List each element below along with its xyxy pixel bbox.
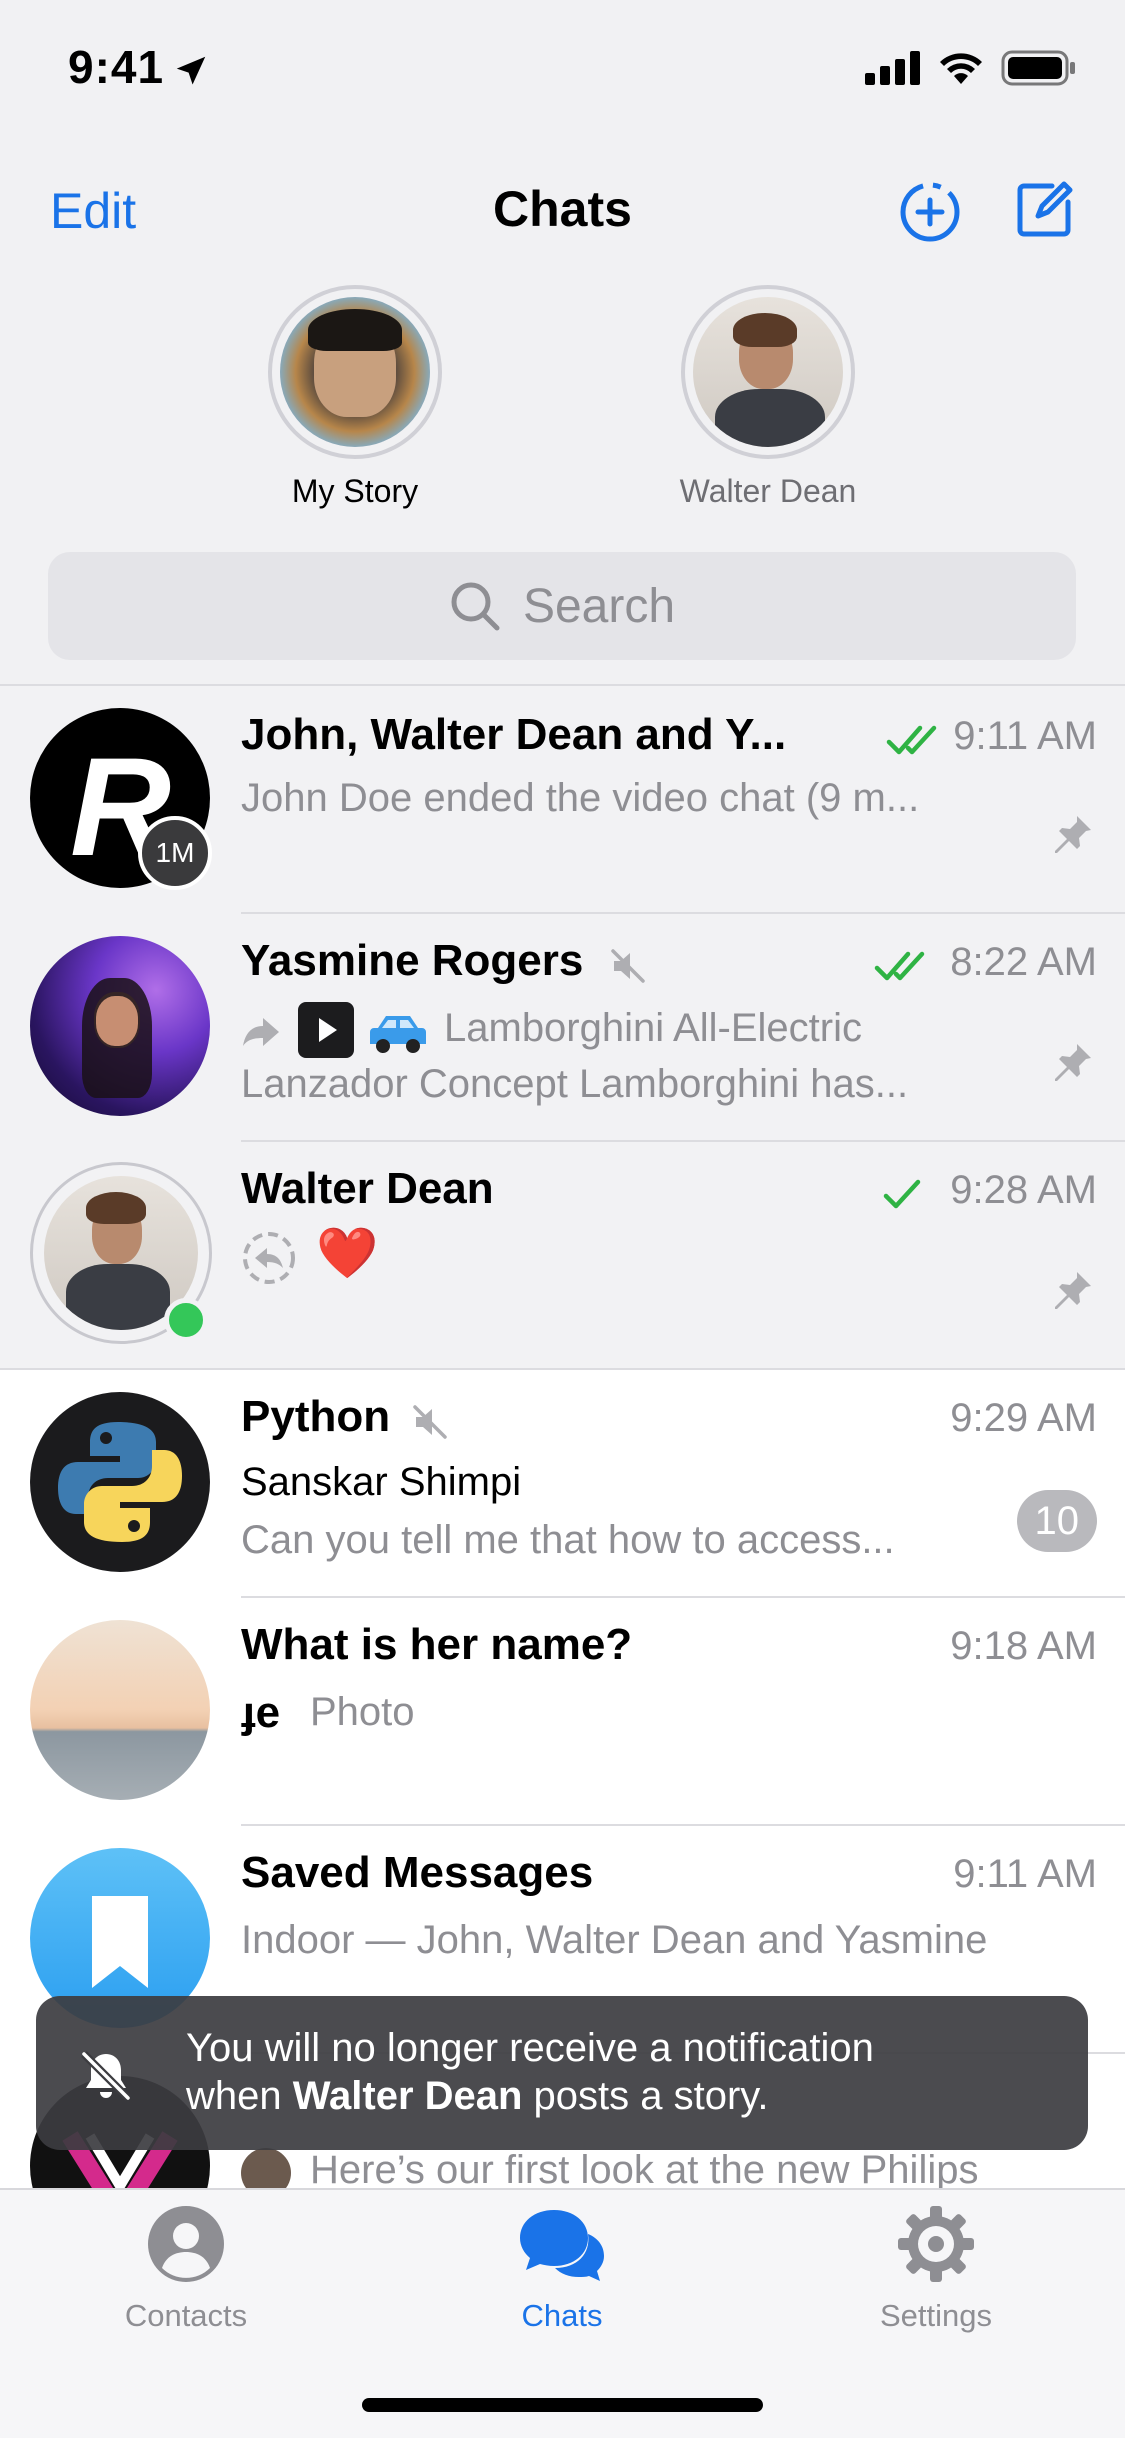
chat-preview: Here’s our first look at the new Philips bbox=[310, 2148, 979, 2188]
avatar bbox=[30, 1620, 210, 1800]
bell-slash-icon bbox=[81, 2051, 131, 2101]
chat-title: John, Walter Dean and Y... bbox=[241, 710, 787, 759]
tab-contacts[interactable]: Contacts bbox=[36, 2204, 336, 2334]
double-check-icon bbox=[874, 951, 925, 981]
battery-icon bbox=[1001, 50, 1075, 86]
video-thumbnail bbox=[298, 1002, 354, 1058]
play-icon bbox=[319, 1018, 337, 1042]
chat-row-yasmine-rogers[interactable]: Yasmine Rogers 8:22 AM Lamborghini All-E… bbox=[0, 914, 1125, 1142]
chat-time: 9:11 AM bbox=[953, 714, 1097, 758]
avatar bbox=[30, 1392, 210, 1572]
settings-gear-icon bbox=[898, 2206, 974, 2282]
edit-button[interactable]: Edit bbox=[50, 182, 136, 240]
toast-line2: when Walter Dean posts a story. bbox=[186, 2072, 768, 2120]
chats-icon bbox=[520, 2210, 604, 2281]
chat-title: Python bbox=[241, 1392, 391, 1441]
chat-preview: Indoor — John, Walter Dean and Yasmine bbox=[241, 1918, 988, 1962]
sender-avatar bbox=[241, 2148, 291, 2188]
chat-row-what-is-her-name[interactable]: What is her name? 9:18 AM ɟe Photo bbox=[0, 1598, 1125, 1826]
search-placeholder: Search bbox=[522, 579, 676, 633]
tab-label: Settings bbox=[879, 2298, 992, 2333]
location-arrow-icon bbox=[176, 56, 206, 85]
status-icons bbox=[865, 50, 1077, 86]
chat-preview: John Doe ended the video chat (9 m... bbox=[241, 776, 920, 820]
pin-icon bbox=[1055, 816, 1091, 853]
toast-line2-suffix: posts a story. bbox=[522, 2074, 769, 2118]
chat-time: 9:29 AM bbox=[950, 1396, 1097, 1440]
chat-time: 9:18 AM bbox=[950, 1624, 1097, 1668]
chat-time: 9:11 AM bbox=[953, 1852, 1097, 1896]
tab-chats[interactable]: Chats bbox=[412, 2204, 712, 2334]
contacts-icon bbox=[148, 2206, 224, 2282]
tab-label: Contacts bbox=[124, 2298, 248, 2333]
pin-icon bbox=[1055, 1044, 1091, 1081]
online-indicator bbox=[164, 1298, 208, 1342]
chat-preview-line2: Lanzador Concept Lamborghini has... bbox=[241, 1062, 909, 1106]
double-check-icon bbox=[886, 725, 937, 755]
search-input[interactable]: Search bbox=[48, 552, 1076, 660]
muted-icon bbox=[611, 949, 645, 983]
chat-preview: Lamborghini All-Electric bbox=[444, 1006, 862, 1050]
story-walter-dean[interactable]: Walter Dean bbox=[618, 285, 918, 510]
story-avatar bbox=[681, 285, 855, 459]
python-logo-icon bbox=[58, 1422, 182, 1542]
chat-preview-emoji: ❤️ bbox=[316, 1224, 379, 1282]
forward-icon bbox=[243, 1018, 279, 1046]
home-indicator bbox=[362, 2398, 763, 2412]
story-label: Walter Dean bbox=[679, 473, 857, 509]
pin-icon bbox=[1055, 1272, 1091, 1309]
chat-title: Walter Dean bbox=[241, 1164, 494, 1213]
chat-row-walter-dean[interactable]: Walter Dean 9:28 AM ❤️ bbox=[0, 1142, 1125, 1370]
chat-time: 9:28 AM bbox=[950, 1168, 1097, 1212]
search-icon bbox=[451, 582, 500, 631]
chat-sender: Sanskar Shimpi bbox=[241, 1460, 522, 1504]
story-avatar bbox=[268, 285, 442, 459]
notification-toast: You will no longer receive a notificatio… bbox=[36, 1996, 1088, 2150]
car-icon bbox=[370, 1016, 426, 1053]
chat-row-python[interactable]: Python 9:29 AM Sanskar Shimpi Can you te… bbox=[0, 1370, 1125, 1598]
add-story-icon[interactable] bbox=[898, 180, 962, 244]
chat-time: 8:22 AM bbox=[950, 940, 1097, 984]
muted-icon bbox=[413, 1405, 447, 1439]
story-label: My Story bbox=[291, 473, 419, 509]
chat-preview: Can you tell me that how to access... bbox=[241, 1518, 895, 1562]
tab-settings[interactable]: Settings bbox=[786, 2204, 1086, 2334]
signal-icon bbox=[865, 51, 920, 85]
chat-row-group[interactable]: R 1M John, Walter Dean and Y... 9:11 AM … bbox=[0, 686, 1125, 914]
toast-line2-prefix: when bbox=[186, 2074, 293, 2118]
chat-title: Yasmine Rogers bbox=[241, 936, 584, 985]
avatar bbox=[30, 936, 210, 1116]
unread-badge: 10 bbox=[1016, 1490, 1097, 1552]
compose-icon[interactable] bbox=[1012, 178, 1076, 242]
story-my-story[interactable]: My Story bbox=[205, 285, 505, 510]
avatar-badge: 1M bbox=[138, 816, 212, 890]
tab-label: Chats bbox=[521, 2298, 603, 2333]
chat-title: What is her name? bbox=[241, 1620, 633, 1669]
toast-line1: You will no longer receive a notificatio… bbox=[186, 2026, 874, 2070]
chat-title: Saved Messages bbox=[241, 1848, 594, 1897]
chat-preview: Photo bbox=[310, 1690, 415, 1734]
status-time: 9:41 bbox=[68, 41, 165, 93]
toast-user-name: Walter Dean bbox=[292, 2074, 523, 2118]
story-reply-icon bbox=[243, 1232, 295, 1284]
wifi-icon bbox=[940, 53, 982, 84]
photo-thumbnail-text: ɟe bbox=[241, 1688, 281, 1737]
check-icon bbox=[883, 1179, 921, 1209]
